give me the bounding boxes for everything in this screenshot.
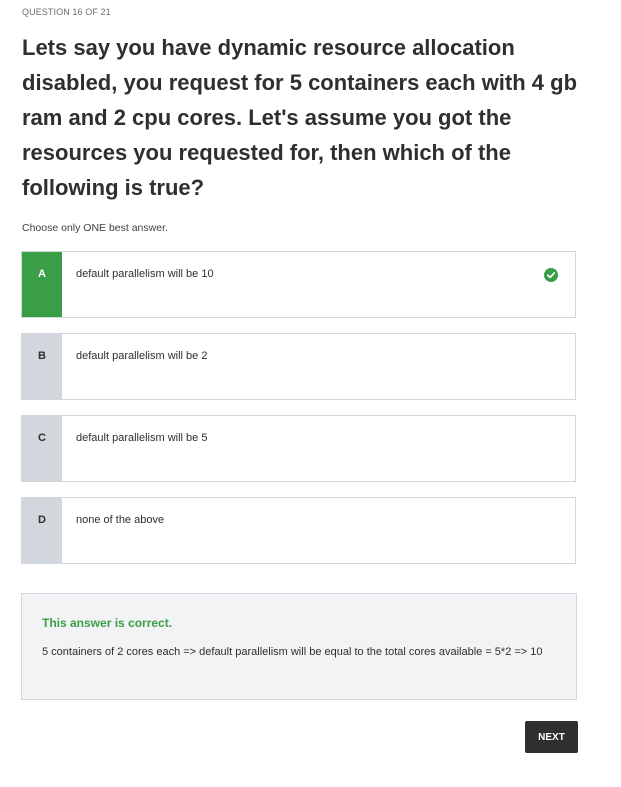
option-letter: D [22,498,62,563]
next-button[interactable]: NEXT [525,721,578,753]
option-letter: B [22,334,62,399]
feedback-panel: This answer is correct. 5 containers of … [21,593,577,700]
answer-option-a[interactable]: A default parallelism will be 10 [21,251,576,318]
answer-option-c[interactable]: C default parallelism will be 5 [21,415,576,482]
option-letter: C [22,416,62,481]
option-label: default parallelism will be 2 [76,350,208,362]
question-counter: QUESTION 16 OF 21 [22,7,111,17]
answer-instruction: Choose only ONE best answer. [22,222,168,234]
option-label: default parallelism will be 5 [76,432,208,444]
question-text: Lets say you have dynamic resource alloc… [22,35,578,200]
option-label: default parallelism will be 10 [76,268,214,280]
check-circle-icon [544,268,558,282]
feedback-status: This answer is correct. [42,616,173,630]
answer-option-d[interactable]: D none of the above [21,497,576,564]
option-letter: A [22,252,62,317]
feedback-explanation: 5 containers of 2 cores each => default … [42,646,543,658]
answer-option-b[interactable]: B default parallelism will be 2 [21,333,576,400]
option-label: none of the above [76,514,165,526]
